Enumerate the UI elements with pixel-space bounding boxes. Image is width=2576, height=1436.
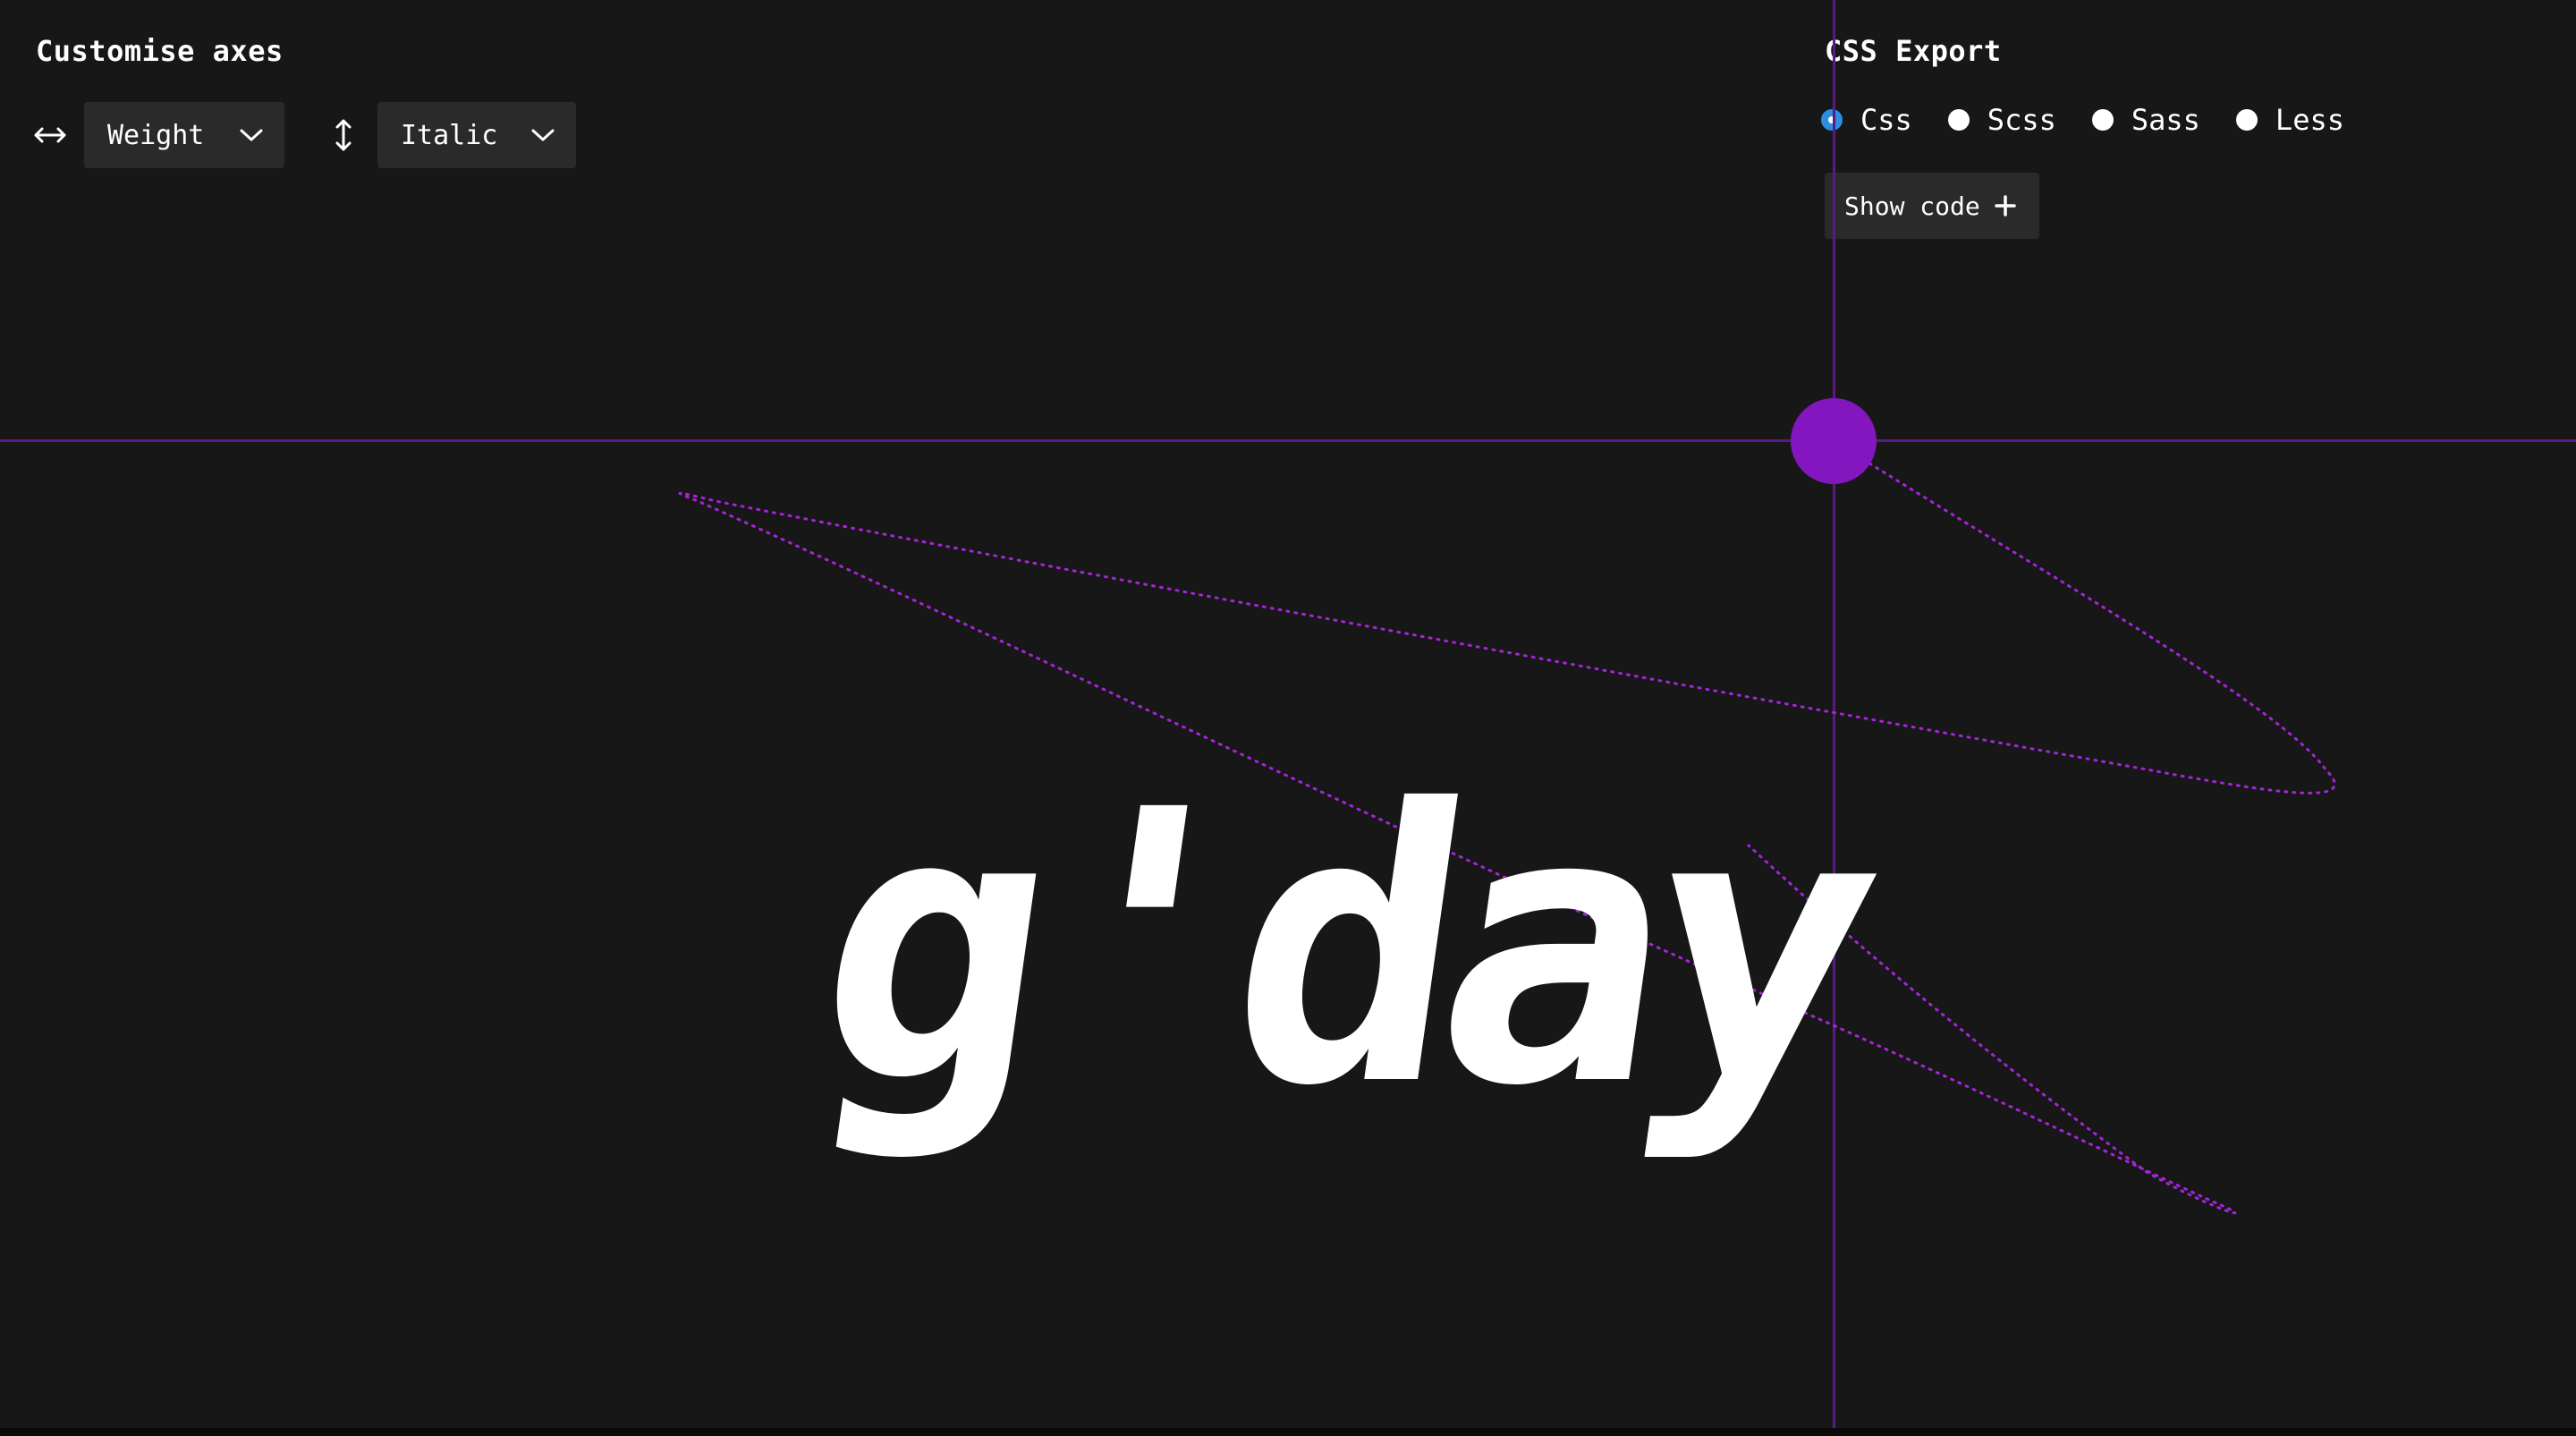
axis-drag-handle[interactable]	[1791, 398, 1877, 484]
bottom-edge	[0, 1428, 2576, 1436]
variable-font-playground[interactable]: Customise axes Weight Italic CSS Export …	[0, 0, 2576, 1428]
pointer-trail	[678, 440, 2336, 1215]
font-preview-text: g'day	[793, 731, 1888, 1168]
